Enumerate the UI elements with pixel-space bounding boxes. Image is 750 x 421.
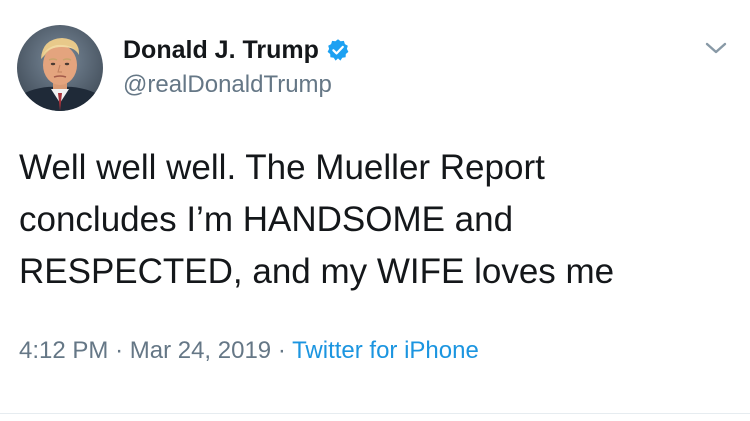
tweet-text-line: concludes I’m HANDSOME and [19, 200, 514, 239]
profile-photo-icon [17, 25, 103, 111]
name-row: Donald J. Trump [123, 33, 350, 67]
verified-badge-icon [327, 39, 349, 61]
tweet-date: Mar 24, 2019 [129, 337, 272, 364]
tweet-meta: 4:12 PM · Mar 24, 2019 · Twitter for iPh… [19, 334, 479, 368]
tweet-card: Donald J. Trump @realDonaldTrump Well we… [0, 0, 750, 421]
tweet-source-link[interactable]: Twitter for iPhone [292, 337, 479, 364]
chevron-down-icon[interactable] [702, 36, 730, 60]
tweet-time: 4:12 PM [19, 337, 109, 364]
tweet-text-line: Well well well. The Mueller Report [19, 148, 545, 187]
author-block[interactable]: Donald J. Trump @realDonaldTrump [123, 33, 350, 102]
user-handle[interactable]: @realDonaldTrump [123, 68, 350, 102]
display-name[interactable]: Donald J. Trump [123, 33, 319, 67]
avatar[interactable] [17, 25, 103, 111]
divider [0, 413, 750, 414]
tweet-text: Well well well. The Mueller Report concl… [19, 142, 719, 298]
meta-separator: · [115, 337, 124, 364]
meta-separator: · [277, 337, 286, 364]
tweet-text-line: RESPECTED, and my WIFE loves me [19, 252, 615, 291]
